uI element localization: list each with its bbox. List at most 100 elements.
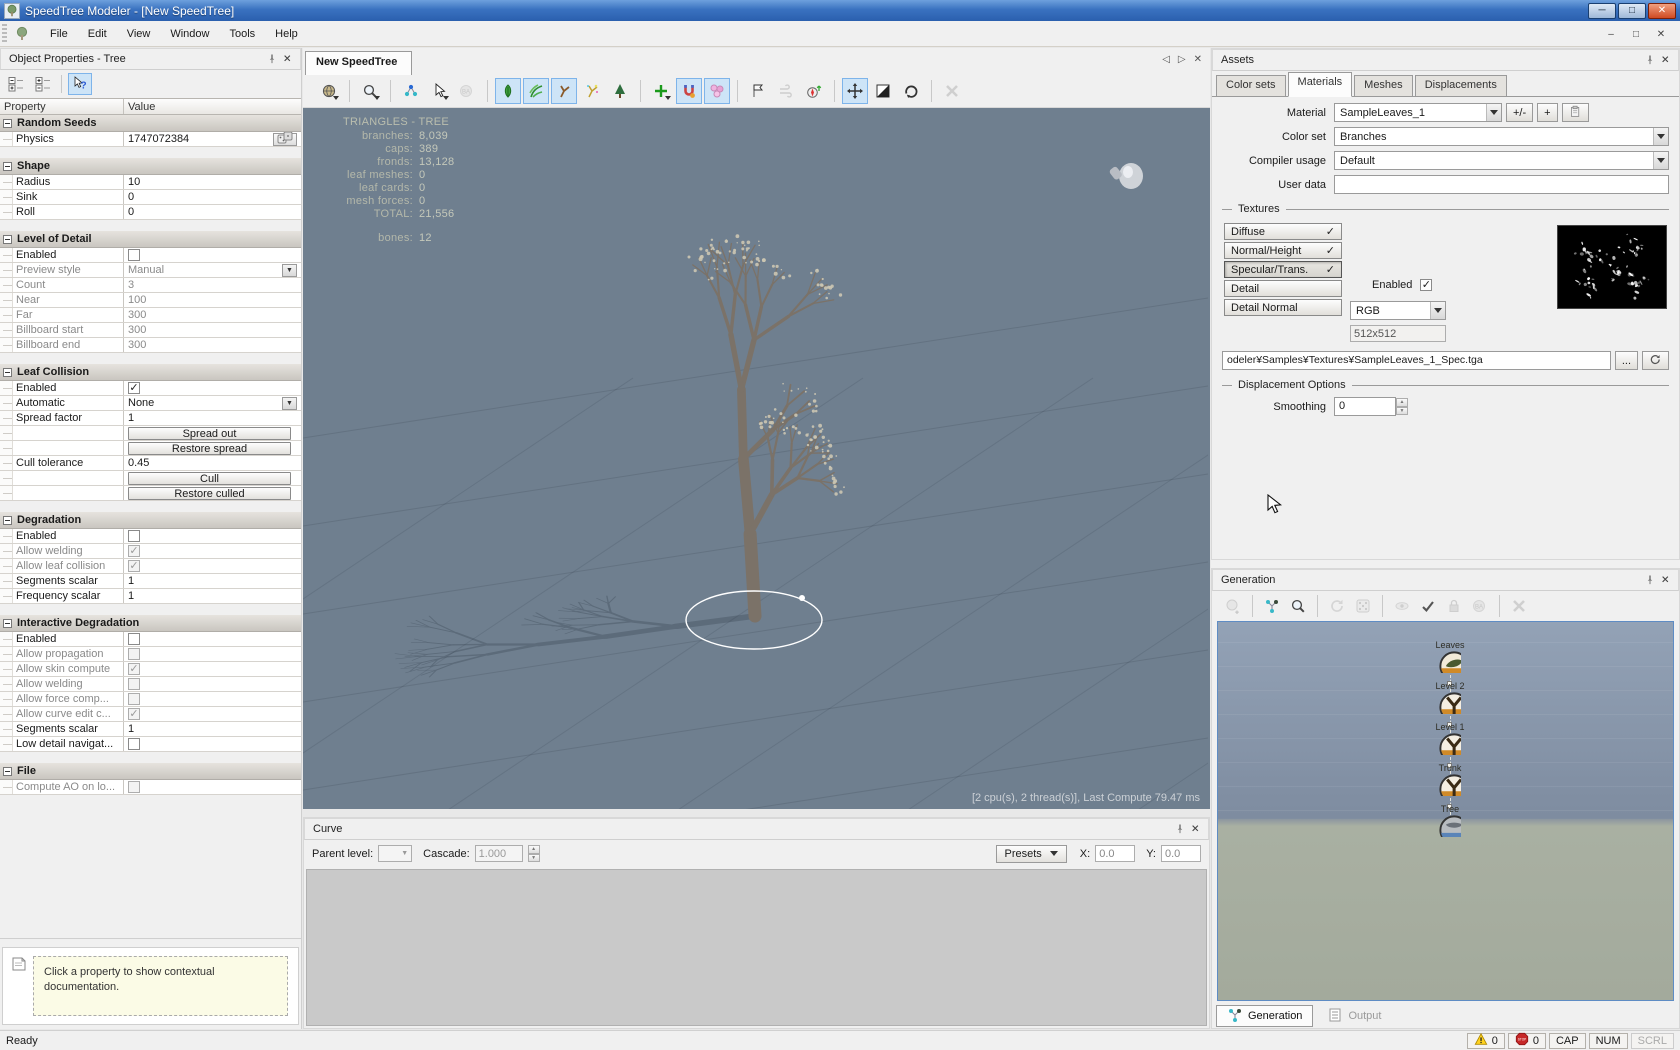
errors-indicator[interactable]: STOP0	[1508, 1033, 1546, 1049]
chevron-down-icon[interactable]: ▼	[282, 264, 297, 277]
browse-button[interactable]: ...	[1615, 351, 1638, 370]
menu-window[interactable]: Window	[160, 24, 219, 44]
section-header[interactable]: Degradation	[0, 512, 301, 529]
section-header[interactable]: File	[0, 763, 301, 780]
panel-close-icon[interactable]	[1658, 52, 1674, 68]
reload-icon[interactable]	[1642, 351, 1669, 370]
tab-generation[interactable]: Generation	[1216, 1005, 1313, 1027]
gravity-icon[interactable]	[801, 78, 827, 104]
section-header[interactable]: Shape	[0, 158, 301, 175]
collapse-all-icon[interactable]	[4, 73, 28, 95]
document-tab[interactable]: New SpeedTree	[305, 51, 412, 75]
tab-close-icon[interactable]: ✕	[1194, 54, 1202, 65]
collapse-icon[interactable]	[3, 119, 12, 128]
pin-icon[interactable]	[1642, 572, 1658, 588]
pin-icon[interactable]	[1642, 52, 1658, 68]
generation-node-trunk[interactable]: Trunk	[1410, 763, 1490, 796]
column-header-value[interactable]: Value	[124, 99, 159, 114]
tab-displacements[interactable]: Displacements	[1415, 75, 1507, 96]
close-button[interactable]: ✕	[1648, 3, 1676, 19]
presets-dropdown[interactable]: Presets	[996, 845, 1067, 863]
tab-color-sets[interactable]: Color sets	[1216, 75, 1286, 96]
magnet-icon[interactable]	[676, 78, 702, 104]
section-header[interactable]: Leaf Collision	[0, 364, 301, 381]
compiler-usage-dropdown[interactable]: Default	[1334, 151, 1669, 170]
check-icon[interactable]	[1416, 594, 1440, 618]
spheres-icon[interactable]	[704, 78, 730, 104]
move-icon[interactable]	[842, 78, 868, 104]
rotate-icon[interactable]	[898, 78, 924, 104]
magnifier-icon[interactable]	[1286, 594, 1310, 618]
toolbar-grip[interactable]	[2, 24, 7, 44]
mdi-minimize-button[interactable]: –	[1600, 26, 1622, 42]
dropdown-value[interactable]: Manual	[128, 264, 164, 276]
checkbox[interactable]	[128, 530, 140, 542]
pin-icon[interactable]	[1172, 821, 1188, 837]
checkbox[interactable]: ✓	[128, 382, 140, 394]
node-edit-icon[interactable]	[1260, 594, 1284, 618]
panel-close-icon[interactable]	[280, 51, 296, 67]
property-value[interactable]: 300	[128, 324, 146, 336]
leaf-icon[interactable]	[495, 78, 521, 104]
menu-tools[interactable]: Tools	[219, 24, 265, 44]
cascade-input[interactable]: 1.000	[475, 845, 523, 862]
property-value[interactable]: 300	[128, 339, 146, 351]
property-value[interactable]: 0.45	[128, 457, 149, 469]
viewport-3d[interactable]: TRIANGLES - TREE branches:8,039caps:389f…	[303, 108, 1210, 809]
generation-node-level-2[interactable]: Level 2	[1410, 681, 1490, 714]
property-value[interactable]: 0	[128, 191, 134, 203]
camera-globe-icon[interactable]	[316, 78, 342, 104]
collapse-icon[interactable]	[3, 368, 12, 377]
corner-box-icon[interactable]	[870, 78, 896, 104]
x-input[interactable]: 0.0	[1095, 845, 1135, 862]
action-button[interactable]: Spread out	[128, 427, 291, 440]
column-header-property[interactable]: Property	[0, 99, 124, 114]
user-data-input[interactable]	[1334, 175, 1669, 194]
decorate-icon[interactable]	[579, 78, 605, 104]
texture-slot-detail-normal[interactable]: Detail Normal	[1224, 299, 1342, 316]
frond-icon[interactable]	[523, 78, 549, 104]
collapse-icon[interactable]	[3, 516, 12, 525]
property-value[interactable]: 1747072384	[128, 133, 189, 145]
minimize-button[interactable]: ─	[1588, 3, 1616, 19]
mdi-restore-button[interactable]: □	[1625, 26, 1647, 42]
tab-materials[interactable]: Materials	[1288, 72, 1353, 97]
checkbox[interactable]	[128, 633, 140, 645]
parent-level-select[interactable]: ▼	[378, 845, 412, 862]
mdi-close-button[interactable]: ✕	[1650, 26, 1672, 42]
tab-next-icon[interactable]: ▷	[1178, 54, 1186, 65]
expand-all-icon[interactable]	[31, 73, 55, 95]
property-value[interactable]: 0	[128, 206, 134, 218]
property-value[interactable]: 300	[128, 309, 146, 321]
y-input[interactable]: 0.0	[1161, 845, 1201, 862]
smoothing-stepper[interactable]: ▲▼	[1396, 398, 1408, 415]
texture-slot-specular-trans-[interactable]: Specular/Trans.✓	[1224, 261, 1342, 278]
texture-path-input[interactable]: odeler¥Samples¥Textures¥SampleLeaves_1_S…	[1222, 351, 1611, 370]
node-select-icon[interactable]	[398, 78, 424, 104]
warnings-indicator[interactable]: 0	[1467, 1033, 1505, 1049]
select-arrow-icon[interactable]	[426, 78, 452, 104]
magnifier-icon[interactable]	[357, 78, 383, 104]
dropdown-value[interactable]: None	[128, 397, 154, 409]
property-value[interactable]: 10	[128, 176, 140, 188]
texture-preview[interactable]	[1557, 225, 1667, 309]
tab-output[interactable]: Output	[1317, 1005, 1391, 1027]
branch-icon[interactable]	[551, 78, 577, 104]
menu-edit[interactable]: Edit	[78, 24, 117, 44]
texture-slot-detail[interactable]: Detail	[1224, 280, 1342, 297]
maximize-button[interactable]: □	[1618, 3, 1646, 19]
action-button[interactable]: Cull	[128, 472, 291, 485]
tab-meshes[interactable]: Meshes	[1354, 75, 1413, 96]
material-add-remove-button[interactable]: +/-	[1506, 103, 1533, 122]
menu-help[interactable]: Help	[265, 24, 308, 44]
property-value[interactable]: 1	[128, 723, 134, 735]
texture-slot-diffuse[interactable]: Diffuse✓	[1224, 223, 1342, 240]
property-value[interactable]: 100	[128, 294, 146, 306]
section-header[interactable]: Level of Detail	[0, 231, 301, 248]
property-value[interactable]: 1	[128, 590, 134, 602]
checkbox[interactable]	[128, 249, 140, 261]
property-value[interactable]: 3	[128, 279, 134, 291]
property-value[interactable]: 1	[128, 412, 134, 424]
generation-node-level-1[interactable]: Level 1	[1410, 722, 1490, 755]
collapse-icon[interactable]	[3, 162, 12, 171]
